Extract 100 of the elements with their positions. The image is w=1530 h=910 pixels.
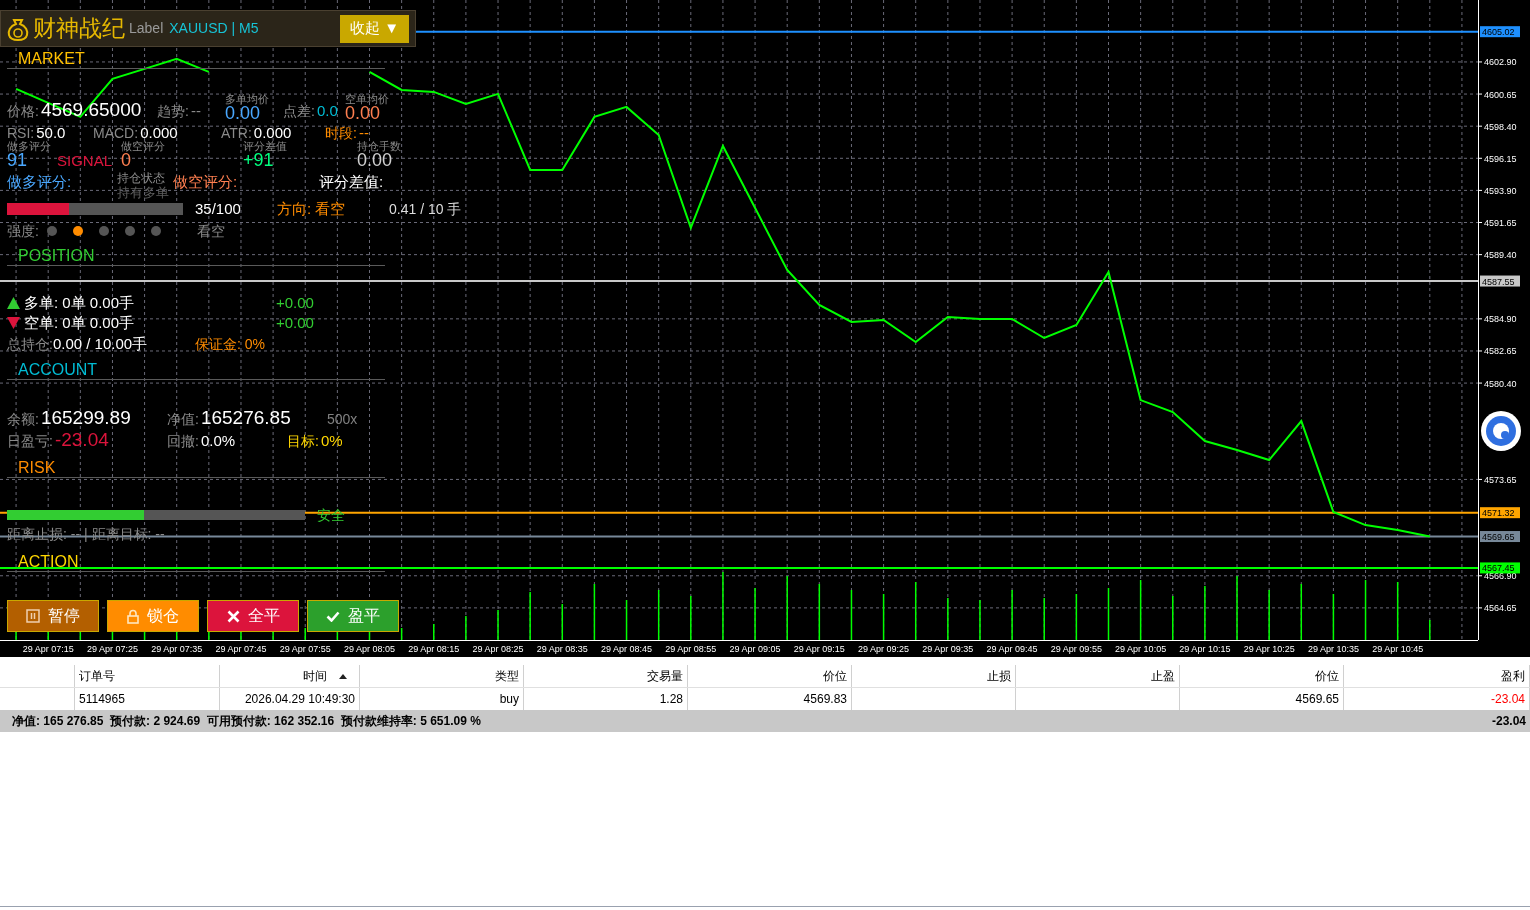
- column-header[interactable]: 交易量: [647, 667, 683, 685]
- field-value: 0.00: [345, 105, 381, 122]
- table-cell-text: -23.04: [1490, 691, 1525, 708]
- y-axis-label: 4564.65: [1477, 603, 1517, 614]
- price-tag: 4571.32: [1480, 507, 1520, 519]
- ref-line-label: 4571.32: [1482, 508, 1515, 519]
- field-value: 0.0: [316, 102, 338, 119]
- score-label: 做多评分:: [7, 172, 73, 192]
- money-bag-icon: [7, 16, 29, 41]
- field-label: 持仓手数: [357, 140, 402, 152]
- field-label: 总持仓:: [7, 335, 53, 354]
- position-summary: 空单: 0单 0.00手: [24, 312, 136, 333]
- field-label: ATR:: [221, 124, 252, 141]
- strength-label: 强度:: [7, 221, 40, 241]
- position-summary: 多单: 0单 0.00手: [24, 292, 136, 313]
- x-axis-label: 29 Apr 08:55: [665, 644, 717, 654]
- y-axis-label: 4582.65: [1477, 346, 1517, 357]
- x-axis-label: 29 Apr 07:45: [215, 644, 267, 654]
- score-label: 做空评分:: [173, 172, 239, 192]
- field-value: 500x: [327, 410, 358, 429]
- y-axis-label: 4566.90: [1477, 571, 1517, 582]
- panel-label: Label: [129, 19, 164, 38]
- section-heading: SIGNAL: [57, 152, 114, 169]
- down-triangle-icon: [7, 317, 20, 329]
- price-tag: 4587.55: [1480, 275, 1520, 287]
- field-label: 趋势:: [157, 102, 189, 121]
- field-value: 0.000: [253, 124, 292, 141]
- x-axis-label: 29 Apr 09:15: [793, 644, 845, 654]
- ref-line-label: 4569.65: [1482, 532, 1515, 543]
- pause-icon: [26, 609, 40, 623]
- margin-value: 保证金: 0%: [194, 335, 265, 354]
- table-cell-text: 4569.65: [1295, 691, 1339, 708]
- y-tick-label: 4580.40: [1484, 378, 1517, 389]
- field-label: 点差:: [283, 102, 315, 121]
- account-summary: 净值: 165 276.85 预付款: 2 924.69 可用预付款: 162 352.16 预付款维持率: 5 651.09 %: [11, 713, 481, 730]
- field-label: 空单均价: [345, 93, 390, 105]
- field-label: 评分差值: [243, 140, 288, 152]
- score-label: 评分差值:: [319, 172, 384, 192]
- field-value: 50.0: [36, 124, 66, 141]
- action-button[interactable]: 暂停: [7, 600, 99, 632]
- lock-icon: [127, 608, 139, 624]
- x-axis-label: 29 Apr 10:15: [1179, 644, 1231, 654]
- x-axis-label: 29 Apr 09:05: [729, 644, 781, 654]
- table-cell-text: 2026.04.29 10:49:30: [244, 691, 355, 708]
- y-tick-label: 4602.90: [1484, 57, 1517, 68]
- column-header[interactable]: 止损: [987, 667, 1011, 685]
- column-header[interactable]: 类型: [495, 667, 519, 685]
- x-axis-label: 29 Apr 09:25: [858, 644, 910, 654]
- field-value: 165276.85: [200, 407, 291, 429]
- column-header[interactable]: 时间: [303, 667, 327, 685]
- x-axis-label: 29 Apr 08:45: [601, 644, 653, 654]
- field-label: 目标:: [287, 432, 319, 451]
- column-header[interactable]: 盈利: [1501, 667, 1525, 685]
- x-axis-label: 29 Apr 10:45: [1372, 644, 1424, 654]
- position-pnl: +0.00: [276, 312, 314, 333]
- price-tag: 4569.65: [1480, 531, 1520, 542]
- field-label: 时段:: [325, 124, 357, 143]
- floating-button[interactable]: [1480, 410, 1522, 452]
- field-label: 价格:: [7, 102, 39, 121]
- check-icon: [326, 610, 340, 622]
- x-axis-label: 29 Apr 10:05: [1115, 644, 1167, 654]
- ratio-value: 0.41 / 10 手: [389, 199, 462, 219]
- field-label: 回撤:: [167, 432, 199, 451]
- ref-line-label: 4587.55: [1482, 276, 1515, 287]
- field-value: --: [190, 102, 201, 119]
- field-label: MACD:: [93, 124, 139, 141]
- x-axis-label: 29 Apr 07:15: [22, 644, 74, 654]
- y-tick-label: 4600.65: [1484, 89, 1517, 100]
- y-tick-label: 4589.40: [1484, 250, 1517, 261]
- y-axis-label: 4580.40: [1477, 378, 1517, 389]
- field-label: 余额:: [7, 410, 39, 429]
- price-tag: 4605.02: [1480, 26, 1520, 38]
- up-triangle-icon: [7, 297, 20, 309]
- section-heading: RISK: [17, 459, 56, 477]
- price-tag: 4567.45: [1480, 562, 1520, 574]
- panel-title: 财神战纪: [33, 17, 125, 40]
- symbol-label: XAUUSD | M5: [169, 19, 259, 38]
- position-pnl: +0.00: [276, 292, 314, 313]
- x-axis-label: 29 Apr 09:55: [1050, 644, 1102, 654]
- ref-line-label: 4605.02: [1482, 27, 1515, 38]
- x-axis-label: 29 Apr 07:35: [151, 644, 203, 654]
- y-axis-label: 4584.90: [1477, 314, 1517, 325]
- y-tick-label: 4591.65: [1484, 218, 1517, 229]
- holding-status: 持有多单: [117, 186, 170, 200]
- x-axis-label: 29 Apr 10:25: [1243, 644, 1295, 654]
- y-axis-label: 4600.65: [1477, 89, 1517, 100]
- close-icon: [226, 609, 240, 623]
- field-value: 0.00: [225, 105, 261, 122]
- summary-total: -23.04: [1491, 713, 1526, 730]
- table-cell-text: 1.28: [659, 691, 683, 708]
- column-header[interactable]: 止盈: [1151, 667, 1175, 685]
- y-axis-label: 4602.90: [1477, 57, 1517, 68]
- column-header[interactable]: 订单号: [79, 667, 115, 685]
- y-tick-label: 4598.40: [1484, 121, 1517, 132]
- column-header[interactable]: 价位: [1315, 667, 1339, 685]
- column-header[interactable]: 价位: [823, 667, 847, 685]
- section-heading: ACTION: [17, 553, 79, 571]
- section-heading: MARKET: [17, 50, 85, 68]
- y-tick-label: 4582.65: [1484, 346, 1517, 357]
- action-button[interactable]: 全平: [207, 600, 299, 632]
